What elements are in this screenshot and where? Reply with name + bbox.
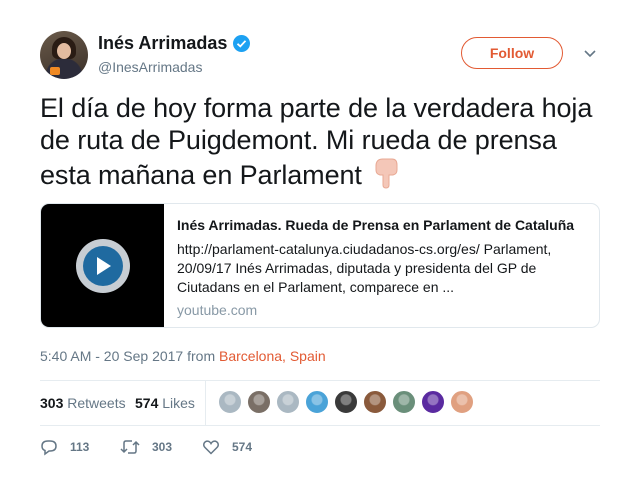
- retweet-action[interactable]: 303: [120, 438, 172, 456]
- pointing-down-hand-icon: [375, 158, 398, 189]
- follow-button[interactable]: Follow: [461, 37, 563, 69]
- video-thumbnail[interactable]: [41, 204, 164, 327]
- name-row: Inés Arrimadas: [98, 33, 251, 54]
- location-link[interactable]: Barcelona, Spain: [219, 348, 326, 364]
- link-card[interactable]: Inés Arrimadas. Rueda de Prensa en Parla…: [40, 203, 600, 328]
- liker-avatar[interactable]: [305, 390, 329, 414]
- likes-count: 574: [135, 395, 159, 411]
- retweets-stat[interactable]: 303 Retweets: [40, 395, 126, 411]
- profile-avatar[interactable]: [40, 31, 88, 79]
- reply-icon[interactable]: [40, 438, 58, 456]
- liker-avatar[interactable]: [363, 390, 387, 414]
- verified-badge-icon: [233, 35, 251, 52]
- display-name[interactable]: Inés Arrimadas: [98, 33, 227, 54]
- likes-label: Likes: [162, 395, 195, 411]
- tweet-header: Inés Arrimadas @InesArrimadas Follow: [40, 31, 600, 81]
- tweet-body: El día de hoy forma parte de la verdader…: [40, 93, 593, 190]
- timestamp[interactable]: 5:40 AM - 20 Sep 2017 from: [40, 348, 219, 364]
- liker-avatars: [218, 390, 479, 414]
- tweet-text: El día de hoy forma parte de la verdader…: [40, 92, 600, 191]
- retweet-icon[interactable]: [120, 438, 140, 456]
- liker-avatar[interactable]: [421, 390, 445, 414]
- liker-avatar[interactable]: [334, 390, 358, 414]
- tweet-meta: 5:40 AM - 20 Sep 2017 from Barcelona, Sp…: [40, 348, 326, 364]
- reply-count: 113: [70, 440, 90, 454]
- heart-icon[interactable]: [202, 438, 220, 456]
- divider-bottom: [40, 425, 600, 426]
- reply-action[interactable]: 113: [40, 438, 89, 456]
- retweet-count: 303: [152, 440, 173, 454]
- card-description: http://parlament-catalunya.ciudadanos-cs…: [177, 241, 552, 295]
- liker-avatar[interactable]: [392, 390, 416, 414]
- user-handle[interactable]: @InesArrimadas: [98, 59, 202, 75]
- play-icon[interactable]: [76, 239, 130, 293]
- action-bar: 113 303 574: [40, 438, 340, 458]
- liker-avatar[interactable]: [247, 390, 271, 414]
- like-count: 574: [232, 440, 253, 454]
- liker-avatar[interactable]: [276, 390, 300, 414]
- stats-separator: [205, 381, 206, 425]
- retweets-label: Retweets: [67, 395, 126, 411]
- retweets-count: 303: [40, 395, 64, 411]
- likes-stat[interactable]: 574 Likes: [135, 395, 195, 411]
- liker-avatar[interactable]: [218, 390, 242, 414]
- like-action[interactable]: 574: [202, 438, 252, 456]
- liker-avatar[interactable]: [450, 390, 474, 414]
- stats-row: 303 Retweets 574 Likes: [40, 381, 600, 425]
- chevron-down-icon[interactable]: [582, 45, 598, 61]
- card-title[interactable]: Inés Arrimadas. Rueda de Prensa en Parla…: [177, 216, 587, 234]
- card-domain: youtube.com: [177, 302, 258, 318]
